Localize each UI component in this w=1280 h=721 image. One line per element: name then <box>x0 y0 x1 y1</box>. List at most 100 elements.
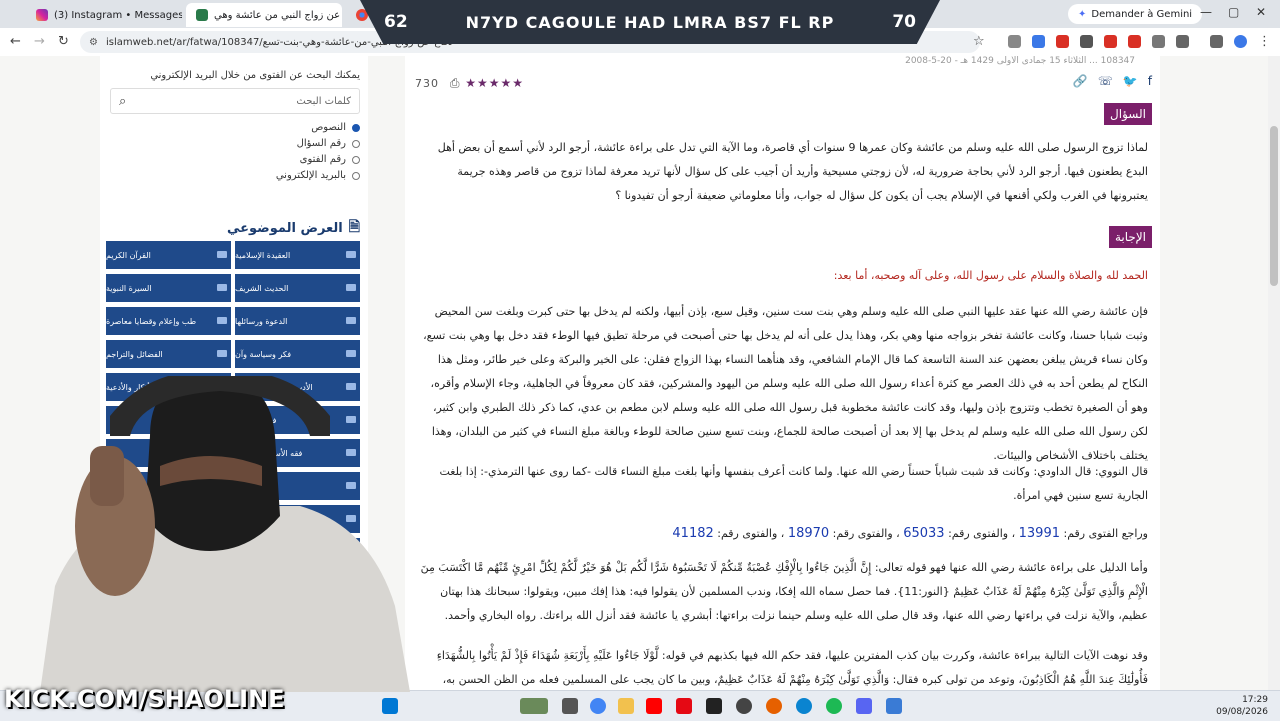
fatwa-ref-link[interactable]: 41182 <box>672 526 713 541</box>
maximize-icon[interactable]: ▢ <box>1228 5 1239 19</box>
banner-message: N7YD CAGOULE HAD LMRA BS7 FL RP <box>465 12 835 32</box>
extension-icon[interactable] <box>1008 35 1021 48</box>
category-label: فكر وسياسة وآن <box>235 349 292 359</box>
netflix-icon[interactable] <box>676 698 692 714</box>
radio-label: النصوص <box>311 122 346 133</box>
webcam-overlay <box>40 376 410 692</box>
article-meta: 108347 ... الثلاثاء 15 جمادى الأولى 1429… <box>905 56 1135 66</box>
profile-avatar[interactable] <box>1234 35 1247 48</box>
chrome-taskbar-icon[interactable] <box>590 698 606 714</box>
gemini-icon: ✦ <box>1078 8 1087 20</box>
edge-icon[interactable] <box>796 698 812 714</box>
folder-icon <box>217 251 227 258</box>
file-explorer-icon[interactable] <box>618 698 634 714</box>
widgets-icon[interactable] <box>520 698 548 714</box>
category-item[interactable]: العقيدة الإسلامية <box>235 241 360 269</box>
clock[interactable]: 17:29 09/08/2026 <box>1216 694 1268 718</box>
category-item[interactable]: القرآن الكريم <box>106 241 231 269</box>
link-icon[interactable]: 🔗 <box>1073 74 1088 88</box>
facebook-icon[interactable]: f <box>1148 74 1152 88</box>
fatwa-ref-joiner: ، والفتوى رقم: <box>717 527 785 540</box>
discord-icon[interactable] <box>856 698 872 714</box>
task-view-icon[interactable] <box>562 698 578 714</box>
answer-paragraph-2: قال النووي: قال الداودي: وكانت قد شبت شب… <box>439 465 1148 502</box>
rating-count: 730 <box>415 77 439 90</box>
close-window-icon[interactable]: ✕ <box>1256 5 1266 19</box>
stream-banner: 62 N7YD CAGOULE HAD LMRA BS7 FL RP 70 <box>360 0 940 44</box>
radio-email[interactable]: بالبريد الإلكتروني <box>276 170 360 181</box>
fatwa-ref-prefix: وراجع الفتوى رقم: <box>1063 527 1148 540</box>
radio-texts[interactable]: النصوص <box>311 122 360 133</box>
banner-left-number: 62 <box>384 12 408 32</box>
kebab-menu-icon[interactable]: ⋮ <box>1258 34 1271 49</box>
bookmark-star-icon[interactable]: ☆ <box>973 34 985 49</box>
folder-icon <box>217 317 227 324</box>
topical-heading: 🗎 العرض الموضوعي <box>227 216 360 240</box>
document-icon: 🗎 <box>348 219 360 235</box>
category-label: الحديث الشريف <box>235 283 289 293</box>
category-item[interactable]: السيرة النبوية <box>106 274 231 302</box>
category-item[interactable]: الحديث الشريف <box>235 274 360 302</box>
rating-stars[interactable]: ★★★★★ <box>465 76 524 90</box>
clock-date: 09/08/2026 <box>1216 707 1268 717</box>
category-item[interactable]: فكر وسياسة وآن <box>235 340 360 368</box>
extension-icon[interactable] <box>1080 35 1093 48</box>
obs-icon[interactable] <box>736 698 752 714</box>
tab-instagram[interactable]: (3) Instagram • Messages ✕ <box>26 3 182 27</box>
radio-label: رقم الفتوى <box>299 154 346 165</box>
category-item[interactable]: الدعوة ورسائلها <box>235 307 360 335</box>
youtube-icon[interactable] <box>646 698 662 714</box>
radio-dot[interactable] <box>352 123 360 132</box>
minimize-icon[interactable]: — <box>1200 5 1212 19</box>
radio-fatwa-number[interactable]: رقم الفتوى <box>300 154 360 165</box>
radio-dot[interactable] <box>352 171 360 180</box>
print-icon[interactable]: ⎙ <box>450 76 461 90</box>
search-icon[interactable]: ⌕ <box>119 94 126 109</box>
site-info-icon[interactable]: ⚙ <box>89 37 98 48</box>
windows-start-icon[interactable] <box>382 698 398 714</box>
menu-list-icon[interactable] <box>1210 35 1223 48</box>
spotify-icon[interactable] <box>826 698 842 714</box>
tab-islamweb[interactable]: دفاع عن زواج النبي من عائشة وهي ✕ <box>186 3 342 27</box>
question-text: لماذا تزوج الرسول صلى الله عليه وسلم من … <box>437 141 1148 202</box>
answer-paragraph-1: فإن عائشة رضي الله عنها عقد عليها النبي … <box>423 305 1148 462</box>
category-label: الدعوة ورسائلها <box>235 316 288 326</box>
category-item[interactable]: الفضائل والتراجم <box>106 340 231 368</box>
fatwa-references: وراجع الفتوى رقم: 13991 ، والفتوى رقم: 6… <box>418 522 1148 546</box>
instagram-icon <box>36 9 48 21</box>
extension-icon[interactable] <box>1056 35 1069 48</box>
search-input[interactable]: كلمات البحث ⌕ <box>110 88 360 114</box>
fatwa-ref-link[interactable]: 13991 <box>1019 526 1060 541</box>
app-icon[interactable] <box>886 698 902 714</box>
category-item[interactable]: طب وإعلام وقضايا معاصرة <box>106 307 231 335</box>
whatsapp-icon[interactable]: ☏ <box>1098 74 1113 88</box>
radio-label: بالبريد الإلكتروني <box>275 170 346 181</box>
topical-heading-label: العرض الموضوعي <box>227 220 343 236</box>
back-icon[interactable]: ← <box>10 34 21 49</box>
fatwa-ref-link[interactable]: 65033 <box>903 526 944 541</box>
app-icon[interactable] <box>706 698 722 714</box>
extension-icon[interactable] <box>1128 35 1141 48</box>
scrollbar-thumb[interactable] <box>1270 126 1278 286</box>
extension-icon[interactable] <box>1104 35 1117 48</box>
fatwa-ref-link[interactable]: 18970 <box>788 526 829 541</box>
fatwa-ref-joiner: ، والفتوى رقم: <box>832 527 900 540</box>
twitter-icon[interactable]: 🐦 <box>1123 74 1138 88</box>
scrollbar[interactable] <box>1268 56 1280 690</box>
tab-label: دفاع عن زواج النبي من عائشة وهي <box>214 9 342 21</box>
search-title: يمكنك البحث عن الفتوى من خلال البريد الإ… <box>150 70 360 81</box>
puzzle-icon[interactable] <box>1176 35 1189 48</box>
reload-icon[interactable]: ↻ <box>58 34 69 49</box>
extension-icon[interactable] <box>1152 35 1165 48</box>
forward-icon[interactable]: → <box>34 34 45 49</box>
firefox-icon[interactable] <box>766 698 782 714</box>
category-label: القرآن الكريم <box>106 250 151 260</box>
radio-dot[interactable] <box>352 139 360 148</box>
extension-icon[interactable] <box>1032 35 1045 48</box>
banner-right-number: 70 <box>892 12 916 32</box>
radio-question-number[interactable]: رقم السؤال <box>297 138 360 149</box>
radio-dot[interactable] <box>352 155 360 164</box>
share-bar: f 🐦 ☏ 🔗 <box>1073 74 1152 88</box>
gemini-button[interactable]: ✦ Demander à Gemini <box>1068 4 1203 24</box>
clock-time: 17:29 <box>1242 695 1268 705</box>
